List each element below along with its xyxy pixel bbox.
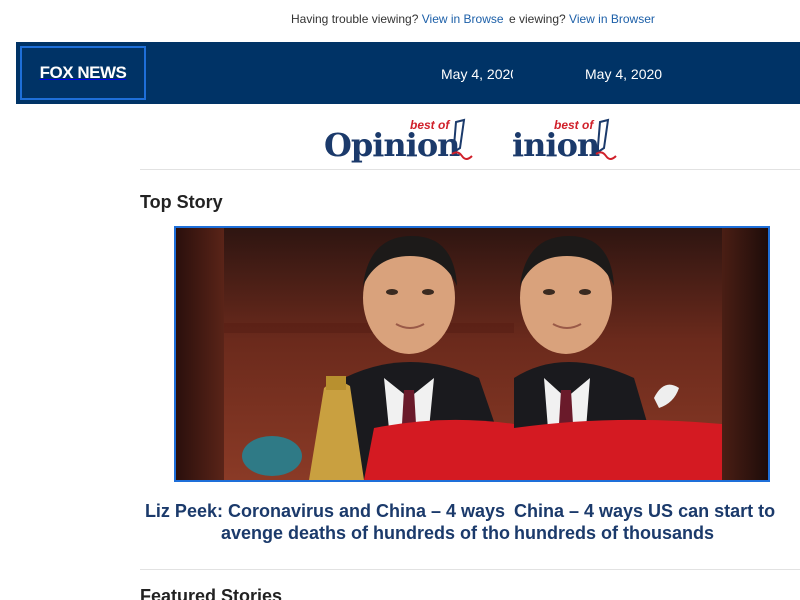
top-story-headline[interactable]: Liz Peek: Coronavirus and China – 4 ways… [140,500,510,546]
top-story-headline-duplicate[interactable]: China – 4 ways US can start to hundreds … [510,500,800,546]
top-story-heading: Top Story [140,192,223,212]
fox-news-logo[interactable]: FOX NEWS [20,46,146,100]
top-story-image[interactable] [174,226,770,482]
best-of-opinion-banner: Opinion best of inion best of [0,112,800,168]
preheader-bar: Having trouble viewing? View in Browse e… [0,12,800,30]
header-date: May 4, 2020 [441,66,513,82]
headline-dup-line-2: hundreds of thousands [514,523,714,543]
header-date-duplicate: May 4, 2020 [585,66,663,82]
featured-stories-heading: Featured Stories [140,586,283,600]
photo-pane-duplicate [514,228,722,480]
pen-icon [451,118,473,160]
photo-pane [224,228,514,480]
opinion-logo-duplicate[interactable]: inion best of [512,116,624,166]
opinion-logo[interactable]: Opinion best of [324,116,480,166]
portrait-photo-duplicate [514,228,722,480]
photo-edge [176,228,224,480]
trouble-viewing-label-duplicate: e viewing? [509,12,566,26]
portrait-photo [224,228,514,480]
trouble-viewing-text-duplicate: e viewing? View in Browser [509,12,655,26]
best-of-label: best of [410,118,450,132]
headline-dup-line-1: China – 4 ways US can start to [514,501,776,521]
headline-line-2: avenge deaths of hundreds of tho [220,523,510,543]
pen-icon [595,118,617,160]
headline-line-1: Liz Peek: Coronavirus and China – 4 ways [144,501,506,521]
best-of-label-duplicate: best of [554,118,594,132]
view-in-browser-link-duplicate[interactable]: View in Browser [569,12,655,26]
fox-news-logo-text: FOX NEWS [39,63,127,82]
site-header: FOX NEWS May 4, 2020 May 4, 2020 [16,42,800,104]
trouble-viewing-label: Having trouble viewing? [291,12,419,26]
divider [140,569,800,570]
trouble-viewing-text: Having trouble viewing? View in Browse [291,12,504,26]
photo-edge [722,228,768,480]
view-in-browser-link[interactable]: View in Browse [422,12,504,26]
divider [140,169,800,170]
